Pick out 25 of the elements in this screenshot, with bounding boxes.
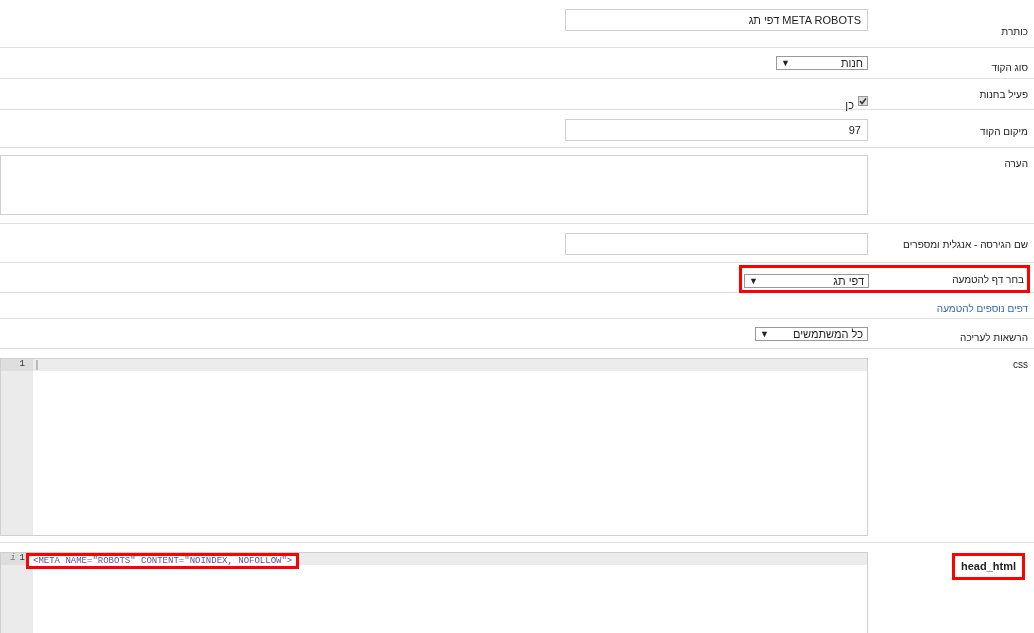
dropdown[interactable]: דפי תג ▼ xyxy=(744,274,869,288)
dropdown[interactable]: חנות ▼ xyxy=(776,56,868,70)
text-input[interactable]: 97 xyxy=(565,119,868,141)
field-label: שם הגירסה - אנגלית ומספרים xyxy=(903,238,1028,252)
checkbox[interactable] xyxy=(858,96,868,107)
code-editor[interactable]: i 1 <META NAME="ROBOTS" CONTENT="NOINDEX, NOFOLLOW"> xyxy=(0,552,868,633)
line-number: 1 xyxy=(19,359,25,372)
field-label: בחר דף להטמעה xyxy=(952,273,1024,287)
embed-pages-link[interactable]: דפים נוספים להטמעה xyxy=(936,301,1028,316)
field-label: סוג הקוד xyxy=(991,61,1028,75)
line-number: 1 xyxy=(19,553,25,566)
field-label: מיקום הקוד xyxy=(980,125,1028,139)
dropdown[interactable]: כל המשתמשים ▼ xyxy=(755,327,868,341)
code-editor[interactable]: 1 xyxy=(0,358,868,536)
field-label: הערה xyxy=(1004,157,1028,171)
field-label: head_html xyxy=(952,553,1025,580)
checkbox-label: כן xyxy=(845,98,854,113)
text-input[interactable] xyxy=(565,233,868,255)
field-label: css xyxy=(1013,358,1028,372)
field-label: הרשאות לעריכה xyxy=(960,331,1028,345)
note-textarea[interactable] xyxy=(0,155,868,215)
field-label: כותרת xyxy=(1001,25,1028,39)
info-marker: i xyxy=(10,553,16,566)
field-label: פעיל בחנות xyxy=(979,88,1028,102)
text-input[interactable]: META ROBOTS דפי תג xyxy=(565,9,868,31)
